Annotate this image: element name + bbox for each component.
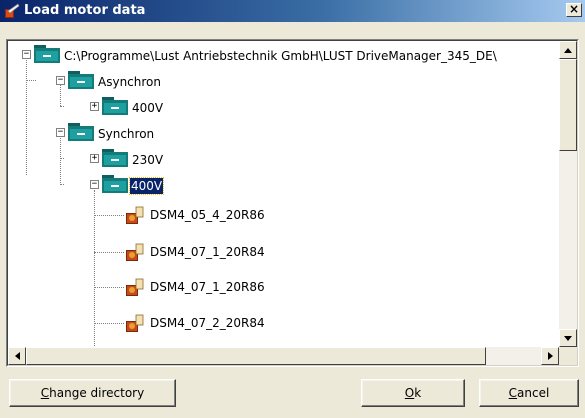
teal-folder-icon [102, 97, 128, 115]
scrollbar-corner [559, 347, 577, 365]
collapse-icon: − [91, 179, 98, 189]
arrow-down-icon [564, 335, 572, 341]
tree-border: − C:\Programme\Lust Antriebstechnik GmbH… [7, 40, 578, 366]
motor-file-icon [126, 314, 144, 332]
teal-folder-icon [102, 149, 128, 167]
horizontal-scroll-thumb[interactable] [26, 347, 486, 365]
tree-line [94, 323, 124, 324]
expander-asynchron-400v[interactable]: + [90, 102, 99, 111]
tree-line [94, 215, 124, 216]
teal-folder-icon [34, 45, 60, 63]
tree-line [94, 252, 124, 253]
tree-node-synchron-230v[interactable]: 230V [132, 152, 163, 168]
expand-icon: + [91, 101, 98, 111]
expander-root[interactable]: − [22, 50, 31, 59]
tree-line [60, 184, 64, 185]
arrow-right-icon [547, 352, 553, 360]
cancel-label: Cancel [508, 386, 550, 400]
expand-icon: + [91, 153, 98, 163]
tree-line [26, 80, 36, 81]
title-bar[interactable]: Load motor data × [0, 0, 585, 22]
vertical-scrollbar[interactable] [559, 41, 577, 347]
expander-synchron[interactable]: − [56, 128, 65, 137]
motor-tree-panel: − C:\Programme\Lust Antriebstechnik GmbH… [6, 39, 579, 367]
tree-node-asynchron-400v[interactable]: 400V [132, 100, 163, 116]
motor-app-icon [5, 3, 20, 18]
scroll-down-button[interactable] [559, 329, 577, 347]
close-button[interactable]: × [566, 3, 582, 17]
tree-node-synchron-400v[interactable]: 400V [128, 177, 165, 195]
scroll-left-button[interactable] [8, 347, 26, 365]
collapse-icon: − [23, 49, 30, 59]
tree-node-motor[interactable]: DSM4_07_2_20R84 [150, 315, 265, 331]
horizontal-scrollbar[interactable] [8, 347, 559, 365]
change-directory-button[interactable]: Change directory [9, 379, 176, 407]
motor-file-icon [126, 278, 144, 296]
arrow-left-icon [14, 352, 20, 360]
scroll-right-button[interactable] [541, 347, 559, 365]
scroll-up-button[interactable] [559, 41, 577, 59]
collapse-icon: − [57, 127, 64, 137]
tree-line [60, 106, 64, 107]
tree-node-motor[interactable]: DSM4_05_4_20R86 [150, 207, 265, 223]
tree-node-root[interactable]: C:\Programme\Lust Antriebstechnik GmbH\L… [64, 48, 497, 64]
cancel-button[interactable]: Cancel [479, 379, 579, 407]
teal-folder-icon [102, 175, 128, 193]
load-motor-data-dialog: Load motor data × − C:\Programme\Lust An… [0, 0, 585, 418]
tree-node-motor[interactable]: DSM4_07_1_20R86 [150, 279, 265, 295]
close-icon: × [568, 2, 580, 16]
expander-synchron-230v[interactable]: + [90, 154, 99, 163]
motor-file-icon [126, 206, 144, 224]
teal-folder-icon [68, 71, 94, 89]
motor-tree[interactable]: − C:\Programme\Lust Antriebstechnik GmbH… [8, 41, 559, 347]
tree-line [26, 55, 27, 175]
window-title: Load motor data [24, 3, 146, 18]
teal-folder-icon [68, 123, 94, 141]
tree-line [94, 287, 124, 288]
collapse-icon: − [57, 75, 64, 85]
ok-button[interactable]: Ok [361, 379, 465, 407]
vertical-scroll-thumb[interactable] [559, 59, 577, 151]
tree-line [60, 158, 64, 159]
tree-node-synchron[interactable]: Synchron [98, 126, 154, 142]
expander-synchron-400v[interactable]: − [90, 180, 99, 189]
change-directory-label: Change directory [40, 386, 145, 400]
arrow-up-icon [564, 47, 572, 53]
motor-file-icon [126, 243, 144, 261]
tree-node-motor[interactable]: DSM4_07_1_20R84 [150, 244, 265, 260]
expander-asynchron[interactable]: − [56, 76, 65, 85]
ok-label: Ok [404, 386, 422, 400]
tree-node-asynchron[interactable]: Asynchron [98, 74, 161, 90]
